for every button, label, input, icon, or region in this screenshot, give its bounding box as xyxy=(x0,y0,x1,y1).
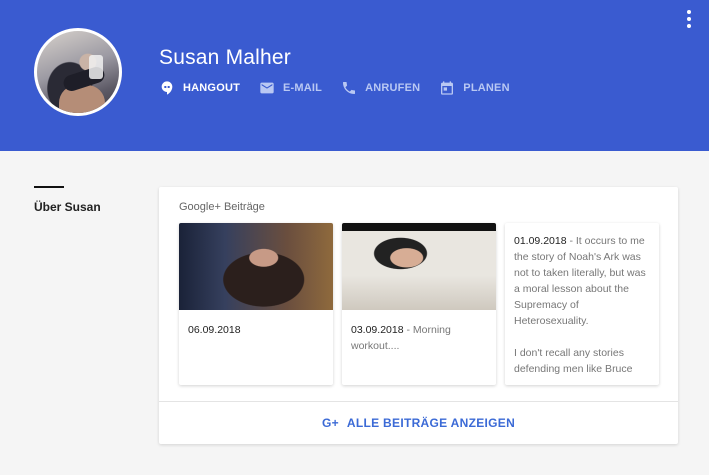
profile-header: Susan Malher HANGOUT E-MAIL ANRUFEN PLAN… xyxy=(0,0,709,151)
post-card[interactable]: 06.09.2018 xyxy=(179,223,333,385)
schedule-button[interactable]: PLANEN xyxy=(439,80,510,96)
hangout-button[interactable]: HANGOUT xyxy=(159,80,240,96)
avatar[interactable] xyxy=(34,28,122,116)
email-label: E-MAIL xyxy=(283,82,323,94)
posts-card: Google+ Beiträge 06.09.2018 03.09.2018 -… xyxy=(159,187,678,444)
post-body-continued: I don't recall any stories defending men… xyxy=(514,347,633,375)
section-label: Über Susan xyxy=(34,200,101,214)
post-date: 03.09.2018 xyxy=(351,324,404,336)
calendar-icon xyxy=(441,81,454,95)
menu-dot xyxy=(687,17,691,21)
google-plus-icon: G+ xyxy=(321,415,339,430)
menu-dot xyxy=(687,24,691,28)
post-image xyxy=(342,223,496,310)
post-body: - It occurs to me the story of Noah's Ar… xyxy=(514,235,646,327)
section-divider xyxy=(34,186,64,188)
post-card[interactable]: 01.09.2018 - It occurs to me the story o… xyxy=(505,223,659,385)
show-all-posts-button[interactable]: G+ ALLE BEITRÄGE ANZEIGEN xyxy=(159,401,678,444)
post-image xyxy=(179,223,333,310)
schedule-label: PLANEN xyxy=(463,82,510,94)
call-button[interactable]: ANRUFEN xyxy=(341,80,420,96)
show-all-label: ALLE BEITRÄGE ANZEIGEN xyxy=(346,415,516,430)
post-date: 06.09.2018 xyxy=(188,324,241,336)
call-label: ANRUFEN xyxy=(365,82,421,94)
hangout-icon xyxy=(161,81,173,95)
post-text: 06.09.2018 xyxy=(179,310,333,338)
email-button[interactable]: E-MAIL xyxy=(259,80,322,96)
hangout-label: HANGOUT xyxy=(183,82,241,94)
mail-icon xyxy=(260,82,274,94)
profile-name: Susan Malher xyxy=(159,46,291,69)
post-date: 01.09.2018 xyxy=(514,235,567,247)
contact-actions: HANGOUT E-MAIL ANRUFEN PLANEN xyxy=(159,80,529,96)
post-card[interactable]: 03.09.2018 - Morning workout.... xyxy=(342,223,496,385)
post-text: 03.09.2018 - Morning workout.... xyxy=(342,310,496,354)
posts-card-title: Google+ Beiträge xyxy=(179,201,265,213)
avatar-phone xyxy=(89,55,103,79)
phone-icon xyxy=(343,82,356,94)
menu-dot xyxy=(687,10,691,14)
post-text: 01.09.2018 - It occurs to me the story o… xyxy=(505,223,659,377)
more-options-icon[interactable] xyxy=(682,10,696,28)
